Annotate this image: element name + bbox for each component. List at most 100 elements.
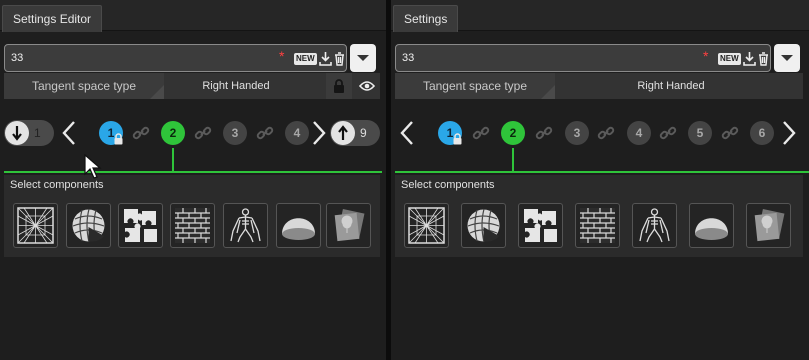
new-badge[interactable]: NEW bbox=[718, 53, 741, 65]
component-dome[interactable] bbox=[689, 203, 734, 248]
visibility-toggle[interactable] bbox=[354, 73, 380, 99]
dome-icon bbox=[693, 207, 730, 244]
go-up-button[interactable]: 9 bbox=[330, 120, 380, 146]
name-value[interactable]: 33 bbox=[402, 45, 414, 72]
link-icon bbox=[132, 124, 150, 142]
level-navigator: 1 1 2 3 4 9 bbox=[4, 118, 380, 148]
level-node-label: 2 bbox=[509, 126, 517, 140]
tab-settings-editor[interactable]: Settings Editor bbox=[2, 5, 103, 32]
link-icon bbox=[256, 124, 274, 142]
level-node-6[interactable]: 6 bbox=[750, 121, 774, 145]
name-value[interactable]: 33 bbox=[11, 45, 23, 72]
link-icon bbox=[659, 124, 677, 142]
level-node-4[interactable]: 4 bbox=[285, 121, 309, 145]
puzzle-icon bbox=[522, 207, 559, 244]
mouse-cursor-icon bbox=[84, 154, 102, 179]
component-dome[interactable] bbox=[276, 203, 321, 248]
tangent-space-row: Tangent space type Right Handed bbox=[4, 73, 380, 99]
active-level-line bbox=[4, 171, 382, 173]
link-icon bbox=[721, 124, 739, 142]
level-node-4[interactable]: 4 bbox=[627, 121, 651, 145]
level-node-3[interactable]: 3 bbox=[223, 121, 247, 145]
link-icon bbox=[472, 124, 490, 142]
sphere-icon bbox=[465, 207, 502, 244]
component-texture[interactable] bbox=[326, 203, 371, 248]
required-marker: * bbox=[279, 48, 285, 64]
tangent-space-value[interactable]: Right Handed bbox=[555, 73, 787, 99]
texture-icon bbox=[750, 207, 787, 244]
tangent-space-label-text: Tangent space type bbox=[422, 79, 528, 93]
component-brick-wall[interactable] bbox=[170, 203, 215, 248]
tab-bar: Settings Editor bbox=[0, 0, 386, 32]
brick-wall-icon bbox=[579, 207, 616, 244]
chevron-left-icon[interactable] bbox=[61, 120, 77, 146]
level-node-1[interactable]: 1 bbox=[99, 121, 123, 145]
component-puzzle[interactable] bbox=[118, 203, 163, 248]
down-knob bbox=[5, 121, 29, 145]
link-icon bbox=[535, 124, 553, 142]
lock-button[interactable] bbox=[326, 73, 352, 99]
level-node-1[interactable]: 1 bbox=[438, 121, 462, 145]
preset-dropdown-button[interactable] bbox=[774, 44, 800, 72]
section-title: Select components bbox=[10, 179, 104, 191]
skeleton-icon bbox=[227, 207, 264, 244]
components-section: Select components bbox=[395, 175, 803, 257]
component-sphere[interactable] bbox=[461, 203, 506, 248]
level-node-label: 5 bbox=[696, 126, 704, 140]
tab-settings[interactable]: Settings bbox=[393, 5, 459, 32]
down-count: 1 bbox=[34, 126, 41, 140]
up-knob bbox=[331, 121, 355, 145]
tangent-space-value[interactable]: Right Handed bbox=[164, 73, 308, 99]
preset-dropdown-button[interactable] bbox=[350, 44, 376, 72]
level-node-2[interactable]: 2 bbox=[161, 121, 185, 145]
level-node-label: 4 bbox=[635, 126, 643, 140]
wireframe-icon bbox=[408, 207, 445, 244]
level-node-label: 3 bbox=[573, 126, 581, 140]
level-node-3[interactable]: 3 bbox=[565, 121, 589, 145]
trash-icon[interactable] bbox=[333, 51, 346, 66]
panel-content: 33 * NEW Tangent space type Right Handed… bbox=[4, 44, 382, 257]
skeleton-icon bbox=[636, 207, 673, 244]
arrow-up-icon bbox=[338, 125, 348, 140]
component-wireframe[interactable] bbox=[13, 203, 58, 248]
name-field[interactable]: 33 * NEW bbox=[4, 44, 347, 72]
components-section: Select components bbox=[4, 175, 380, 257]
puzzle-icon bbox=[122, 207, 159, 244]
wireframe-icon bbox=[17, 207, 54, 244]
tangent-space-label: Tangent space type bbox=[395, 73, 555, 99]
go-down-button[interactable]: 1 bbox=[4, 120, 54, 146]
chevron-right-icon[interactable] bbox=[311, 120, 327, 146]
chevron-right-icon[interactable] bbox=[781, 120, 797, 146]
level-node-label: 2 bbox=[169, 126, 177, 140]
trash-icon[interactable] bbox=[757, 51, 770, 66]
texture-icon bbox=[330, 207, 367, 244]
tangent-space-row: Tangent space type Right Handed bbox=[395, 73, 803, 99]
tangent-space-label-text: Tangent space type bbox=[31, 79, 137, 93]
link-icon bbox=[194, 124, 212, 142]
level-node-label: 6 bbox=[758, 126, 766, 140]
chevron-left-icon[interactable] bbox=[399, 120, 415, 146]
level-navigator: 1 2 3 4 5 6 bbox=[395, 118, 803, 148]
lock-icon bbox=[452, 133, 463, 145]
sphere-icon bbox=[70, 207, 107, 244]
download-icon[interactable] bbox=[319, 51, 332, 66]
component-wireframe[interactable] bbox=[404, 203, 449, 248]
component-skeleton[interactable] bbox=[632, 203, 677, 248]
panel-content: 33 * NEW Tangent space type Right Handed… bbox=[395, 44, 809, 257]
active-level-indicator bbox=[512, 148, 514, 172]
new-badge[interactable]: NEW bbox=[294, 53, 317, 65]
name-field[interactable]: 33 * NEW bbox=[395, 44, 771, 72]
component-brick-wall[interactable] bbox=[575, 203, 620, 248]
component-skeleton[interactable] bbox=[223, 203, 268, 248]
component-sphere[interactable] bbox=[66, 203, 111, 248]
component-texture[interactable] bbox=[746, 203, 791, 248]
required-marker: * bbox=[703, 48, 709, 64]
level-node-5[interactable]: 5 bbox=[688, 121, 712, 145]
download-icon[interactable] bbox=[743, 51, 756, 66]
level-node-label: 3 bbox=[231, 126, 239, 140]
component-puzzle[interactable] bbox=[518, 203, 563, 248]
active-level-indicator bbox=[172, 148, 174, 172]
active-level-line bbox=[395, 171, 809, 173]
settings-panel: Settings 33 * NEW Tangent space type Rig… bbox=[391, 0, 809, 360]
level-node-2[interactable]: 2 bbox=[501, 121, 525, 145]
